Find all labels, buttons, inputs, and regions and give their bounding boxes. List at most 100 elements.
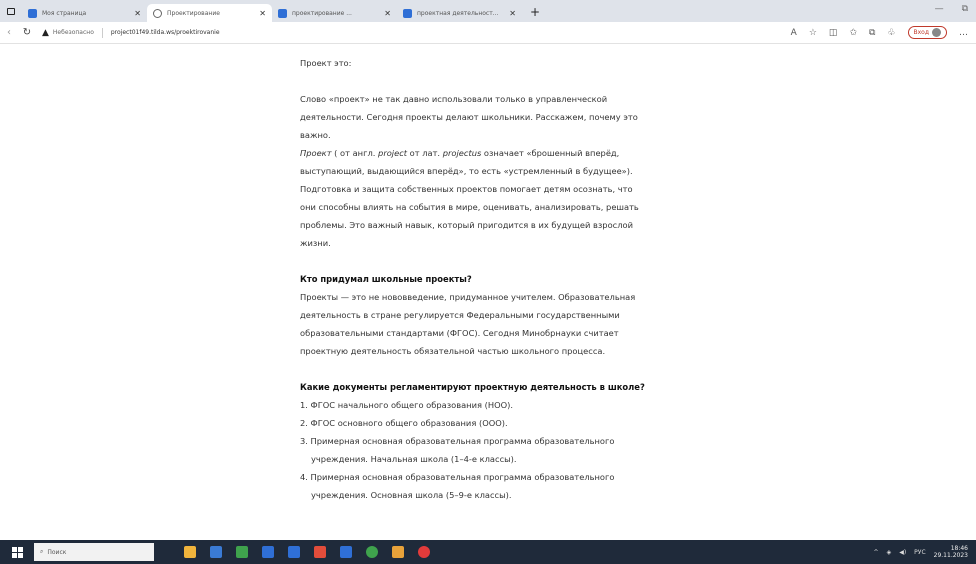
definition-line: Подготовка и защита собственных проектов…: [300, 184, 633, 194]
section-heading: Кто придумал школьные проекты?: [300, 274, 472, 284]
definition-line: Проект ( от англ. project от лат. projec…: [300, 144, 700, 162]
network-icon[interactable]: ◈: [887, 549, 892, 556]
yandex-browser-icon[interactable]: [418, 546, 430, 558]
volume-icon[interactable]: ◀): [899, 549, 906, 556]
tab-close-icon[interactable]: ✕: [384, 9, 391, 18]
security-label: Небезопасно: [52, 29, 94, 36]
definition-text: ( от англ.: [331, 148, 379, 158]
search-icon: ⌕: [40, 548, 44, 555]
intro-paragraph-line: Слово «проект» не так давно использовали…: [300, 94, 608, 104]
url-text[interactable]: project01f49.tilda.ws/proektirovanie: [111, 29, 220, 36]
tab-close-icon[interactable]: ✕: [509, 9, 516, 18]
tab-favicon-icon: [28, 8, 37, 18]
new-tab-button[interactable]: +: [522, 5, 548, 22]
intro-paragraph-line: важно.: [300, 130, 331, 140]
list-item-text: учреждения. Начальная школа (1–4-е класс…: [311, 454, 517, 464]
definition-text: project: [378, 148, 408, 158]
article-content: Проект это: Слово «проект» не так давно …: [300, 44, 700, 540]
read-aloud-icon[interactable]: A: [791, 28, 797, 38]
url-divider: [101, 27, 103, 38]
taskbar-apps: [184, 546, 430, 558]
definition-line: они способны влиять на события в мире, о…: [300, 202, 639, 212]
tab-title: Проектирование: [167, 9, 220, 17]
intro-paragraph-line: деятельности. Сегодня проекты делают шко…: [300, 112, 638, 122]
tab-title: Моя страница: [42, 9, 87, 17]
task-view-icon[interactable]: [210, 546, 222, 558]
windows-logo-icon: [11, 546, 23, 558]
reload-icon[interactable]: ↻: [18, 27, 36, 38]
taskbar-app-icon[interactable]: [262, 546, 274, 558]
restore-icon[interactable]: ⧉: [962, 4, 968, 14]
list-item-text: 4. Примерная основная образовательная пр…: [300, 472, 615, 482]
extensions-icon[interactable]: ♧: [887, 28, 895, 38]
definition-line: проблемы. Это важный навык, который приг…: [300, 220, 633, 230]
list-item-text: 3. Примерная основная образовательная пр…: [300, 436, 615, 446]
taskbar-app-icon[interactable]: [314, 546, 326, 558]
tab-favicon-icon: [153, 8, 162, 18]
profile-button[interactable]: Вход: [907, 26, 947, 39]
tab-favicon-icon: [278, 8, 287, 18]
intro-title: Проект это:: [300, 58, 352, 68]
taskbar-app-icon[interactable]: [184, 546, 196, 558]
start-button[interactable]: [0, 546, 34, 558]
browser-tab[interactable]: Моя страница ✕: [22, 4, 147, 22]
taskbar-app-icon[interactable]: [392, 546, 404, 558]
minimize-icon[interactable]: —: [935, 4, 944, 14]
window-controls: — ⧉: [935, 4, 968, 14]
list-item: 3. Примерная основная образовательная пр…: [300, 432, 700, 468]
browser-tab[interactable]: проектная деятельност... ✕: [397, 4, 522, 22]
url-field[interactable]: ▲ Небезопасно project01f49.tilda.ws/proe…: [42, 25, 220, 41]
language-indicator[interactable]: РУС: [914, 549, 925, 556]
section-line: Проекты — это не нововведение, придуманн…: [300, 292, 636, 302]
warning-icon: ▲: [42, 27, 49, 38]
list-item: 4. Примерная основная образовательная пр…: [300, 468, 700, 504]
section-line: проектную деятельность обязательной част…: [300, 346, 606, 356]
browser-tab[interactable]: проектирование ... ✕: [272, 4, 397, 22]
section-line: образовательными стандартами (ФГОС). Сег…: [300, 328, 619, 338]
section-line: деятельность в стране регулируется Федер…: [300, 310, 620, 320]
browser-tab-strip: Моя страница ✕ Проектирование ✕ проектир…: [0, 0, 976, 22]
tab-close-icon[interactable]: ✕: [259, 9, 266, 18]
taskbar-app-icon[interactable]: [288, 546, 300, 558]
avatar: [932, 28, 941, 37]
definition-term: Проект: [300, 148, 332, 158]
taskbar: ⌕ Поиск ^ ◈ ◀) РУС 18:46 29.11.2023: [0, 540, 976, 564]
address-bar: ‹ ↻ ▲ Небезопасно project01f49.tilda.ws/…: [0, 22, 976, 44]
taskbar-app-icon[interactable]: [236, 546, 248, 558]
tab-favicon-icon: [403, 8, 412, 18]
clock-time: 18:46: [950, 545, 968, 552]
list-item: 1. ФГОС начального общего образования (Н…: [300, 396, 700, 414]
taskbar-search[interactable]: ⌕ Поиск: [34, 543, 154, 561]
list-item-text: 2. ФГОС основного общего образования (ОО…: [300, 418, 508, 428]
favorite-star-icon[interactable]: ☆: [809, 28, 817, 38]
definition-line: выступающий, выдающийся вперёд», то есть…: [300, 166, 633, 176]
list-item-text: 1. ФГОС начального общего образования (Н…: [300, 400, 514, 410]
taskbar-app-icon[interactable]: [340, 546, 352, 558]
documents-list: 1. ФГОС начального общего образования (Н…: [300, 396, 700, 504]
clock-date: 29.11.2023: [933, 552, 968, 559]
definition-text: от лат.: [407, 148, 443, 158]
browser-tab-active[interactable]: Проектирование ✕: [147, 4, 272, 22]
system-tray: ^ ◈ ◀) РУС 18:46 29.11.2023: [874, 545, 968, 559]
definition-text: означает «брошенный вперёд,: [481, 148, 620, 158]
search-placeholder: Поиск: [47, 548, 67, 556]
split-screen-icon[interactable]: ◫: [829, 28, 838, 38]
profile-label: Вход: [913, 29, 930, 36]
tray-chevron-icon[interactable]: ^: [874, 549, 879, 556]
favorites-icon[interactable]: ✩: [849, 28, 857, 38]
definition-text: projectus: [442, 148, 482, 158]
section-heading: Какие документы регламентируют проектную…: [300, 382, 645, 392]
list-item: 2. ФГОС основного общего образования (ОО…: [300, 414, 700, 432]
tab-actions-icon[interactable]: [0, 0, 22, 22]
browser-toolbar: A ☆ ◫ ✩ ⧉ ♧ Вход …: [791, 26, 968, 39]
tab-title: проектная деятельност...: [417, 9, 499, 17]
tab-close-icon[interactable]: ✕: [134, 9, 141, 18]
back-icon[interactable]: ‹: [0, 27, 18, 38]
list-item-text: учреждения. Основная школа (5–9-е классы…: [311, 490, 512, 500]
clock[interactable]: 18:46 29.11.2023: [934, 545, 968, 559]
definition-line: жизни.: [300, 238, 331, 248]
tab-title: проектирование ...: [292, 9, 352, 17]
collections-icon[interactable]: ⧉: [869, 28, 875, 38]
more-menu-icon[interactable]: …: [959, 28, 968, 38]
edge-browser-icon[interactable]: [366, 546, 378, 558]
